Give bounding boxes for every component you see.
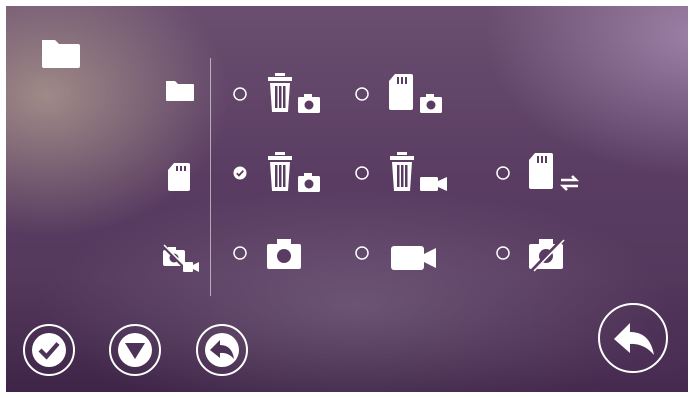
divider [210, 58, 211, 296]
trash-photo-icon[interactable] [266, 72, 322, 114]
sdcard-sync-icon[interactable] [528, 151, 584, 193]
radio-sd-delete-video[interactable] [355, 166, 369, 180]
row-sdcard-icon [167, 162, 191, 192]
triangle-down-icon [118, 333, 152, 367]
sdcard-photo-icon[interactable] [388, 72, 444, 114]
back-button[interactable] [196, 324, 248, 376]
folder-icon [40, 36, 82, 70]
settings-screen [6, 6, 688, 392]
return-button[interactable] [598, 303, 668, 373]
radio-mode-video[interactable] [355, 246, 369, 260]
radio-mode-photo[interactable] [233, 246, 247, 260]
back-arrow-icon [205, 333, 239, 367]
radio-folder-copy-to-sd[interactable] [355, 87, 369, 101]
confirm-button[interactable] [23, 324, 75, 376]
radio-sd-format[interactable] [496, 166, 510, 180]
trash-photo-icon[interactable] [266, 151, 322, 193]
camera-icon[interactable] [266, 238, 304, 270]
down-button[interactable] [109, 324, 161, 376]
video-camera-icon[interactable] [390, 244, 440, 274]
radio-mode-off[interactable] [496, 246, 510, 260]
radio-sd-delete-photo[interactable] [233, 166, 247, 180]
checkmark-icon [32, 333, 66, 367]
trash-video-icon[interactable] [388, 151, 450, 193]
camera-off-icon[interactable] [528, 238, 566, 272]
radio-folder-delete-photo[interactable] [233, 87, 247, 101]
row-record-mode-icon [161, 244, 201, 274]
row-folder-icon [165, 78, 195, 102]
back-arrow-icon [614, 323, 654, 355]
